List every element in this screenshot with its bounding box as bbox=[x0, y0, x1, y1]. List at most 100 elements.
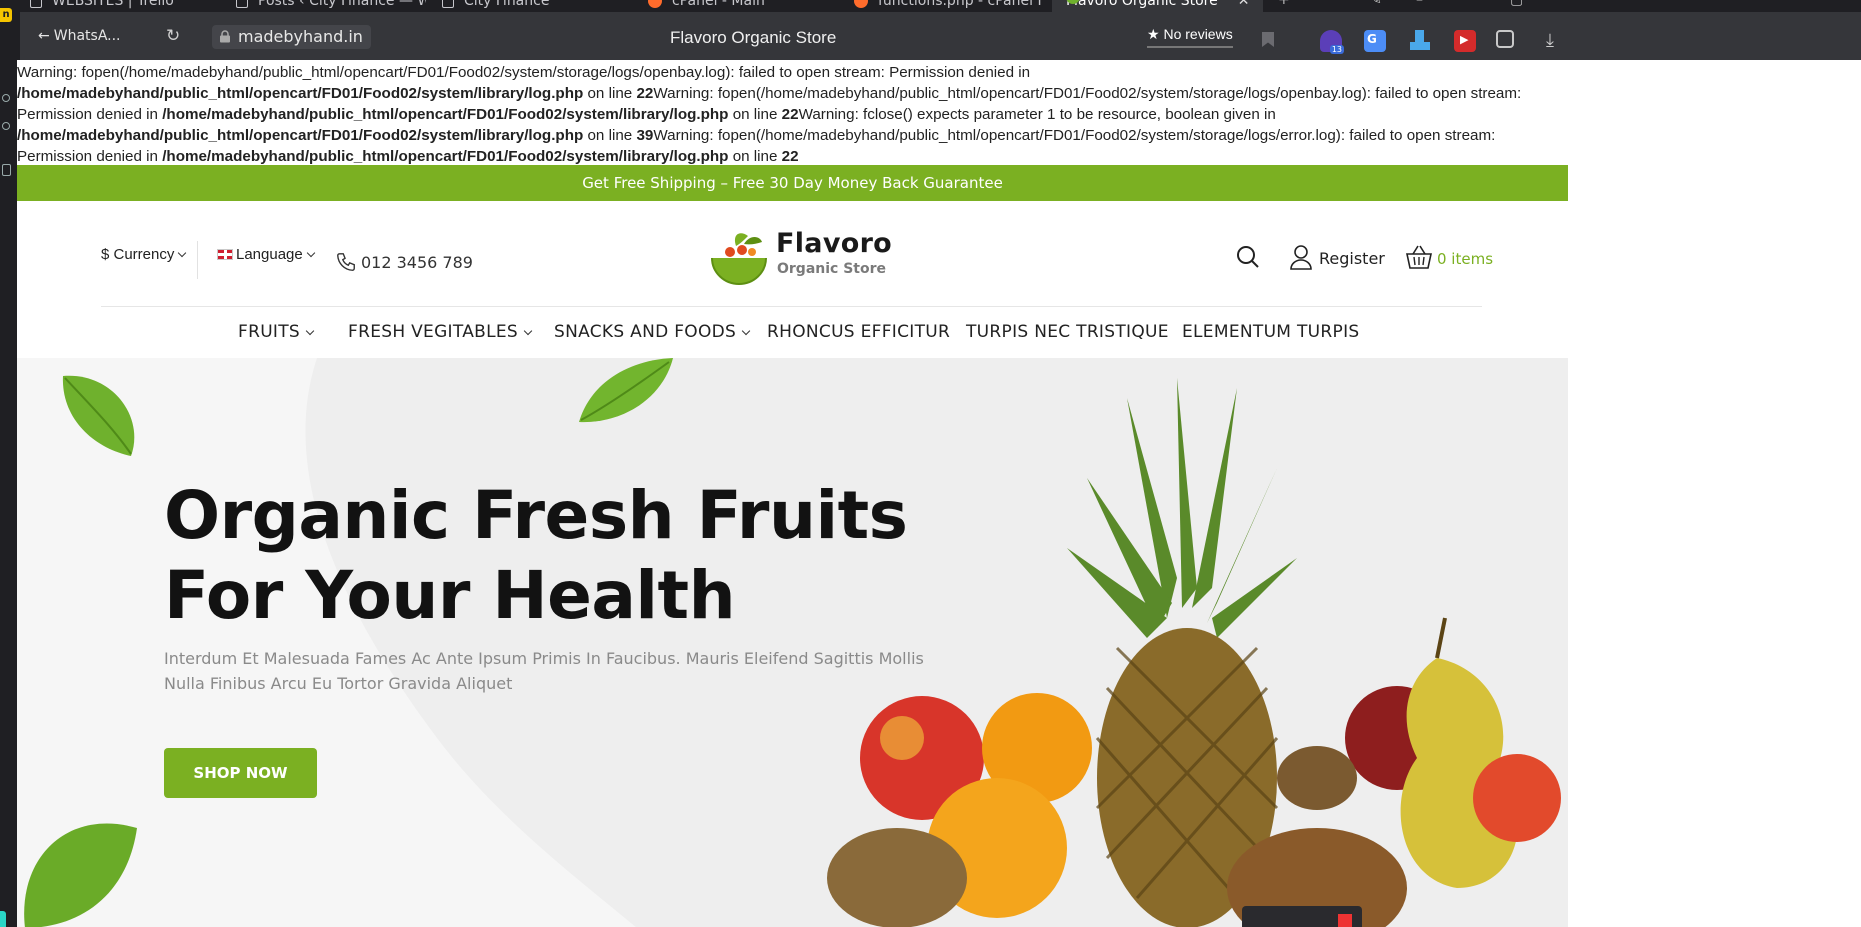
search-button[interactable] bbox=[1235, 244, 1261, 274]
cart-button[interactable]: 0 items bbox=[1405, 244, 1493, 270]
warning-path: /home/madebyhand/public_html/opencart/FD… bbox=[162, 106, 729, 123]
logo-name: Flavoro bbox=[776, 228, 893, 259]
nav-label: TURPIS NEC TRISTIQUE bbox=[966, 322, 1169, 342]
warning-line: /home/madebyhand/public_html/opencart/FD… bbox=[17, 125, 1568, 146]
warning-line: Permission denied in /home/madebyhand/pu… bbox=[17, 104, 1568, 125]
warning-text: on line bbox=[583, 127, 637, 144]
cpanel-icon bbox=[854, 0, 868, 8]
warning-line-number: 22 bbox=[781, 148, 799, 165]
sidebar-badge: n bbox=[0, 8, 12, 22]
warning-text: Permission denied in bbox=[17, 106, 163, 123]
pin-icon[interactable]: ✎ bbox=[1370, 0, 1382, 8]
trello-icon bbox=[30, 0, 42, 8]
warning-path: /home/madebyhand/public_html/opencart/FD… bbox=[17, 127, 584, 144]
nav-item-snacks-and-foods[interactable]: SNACKS AND FOODS bbox=[554, 322, 751, 342]
back-arrow-icon: ← bbox=[38, 28, 50, 44]
back-button[interactable]: ← WhatsA... bbox=[38, 28, 121, 44]
reload-icon[interactable]: ↻ bbox=[166, 26, 180, 46]
nav-label: FRESH VEGITABLES bbox=[348, 322, 519, 342]
phone-number: 012 3456 789 bbox=[361, 253, 473, 272]
back-label: WhatsA... bbox=[53, 28, 121, 44]
tab-cpanel[interactable]: cPanel - Main bbox=[648, 0, 765, 12]
register-label: Register bbox=[1319, 249, 1385, 268]
nav-item-elementum-turpis[interactable]: ELEMENTUM TURPIS bbox=[1182, 322, 1359, 342]
warning-text: : fopen(/home/madebyhand/public_html/ope… bbox=[73, 64, 1031, 81]
warning-line-number: 39 bbox=[636, 127, 654, 144]
chevron-down-icon bbox=[178, 248, 187, 258]
phone-icon bbox=[337, 253, 355, 271]
warning-line: Warning: fopen(/home/madebyhand/public_h… bbox=[17, 62, 1568, 83]
nav-item-rhoncus-efficitur[interactable]: RHONCUS EFFICITUR bbox=[767, 322, 950, 342]
tab-label: Posts ‹ City Finance — Wo bbox=[258, 0, 426, 9]
tab-functions[interactable]: functions.php - cPanel File bbox=[854, 0, 1044, 12]
chevron-down-icon bbox=[741, 326, 751, 336]
language-dropdown[interactable]: Language bbox=[217, 246, 315, 263]
tab-label: Flavoro Organic Store bbox=[1066, 0, 1218, 9]
page-gutter bbox=[1568, 60, 1861, 927]
register-link[interactable]: Register bbox=[1289, 244, 1385, 270]
tab-posts[interactable]: Posts ‹ City Finance — Wo bbox=[236, 0, 426, 12]
close-tab-icon[interactable]: ✕ bbox=[1238, 0, 1250, 9]
warning-text: on line bbox=[728, 148, 782, 165]
warning-label: Warning bbox=[17, 64, 73, 81]
chevron-down-icon bbox=[523, 326, 533, 336]
nav-item-fresh-vegitables[interactable]: FRESH VEGITABLES bbox=[348, 322, 533, 342]
page-title: Flavoro Organic Store bbox=[670, 28, 837, 47]
bookmark-icon[interactable] bbox=[1262, 32, 1274, 47]
hero-title: Organic Fresh Fruits For Your Health bbox=[164, 476, 908, 636]
floating-toolbar[interactable] bbox=[1242, 906, 1362, 927]
warning-path: /home/madebyhand/public_html/opencart/FD… bbox=[17, 85, 584, 102]
maximize-icon[interactable]: ▢ bbox=[1510, 0, 1523, 8]
sidebar-dot-icon[interactable] bbox=[2, 122, 10, 130]
warning-label: Warning bbox=[798, 106, 855, 123]
tab-label: cPanel - Main bbox=[672, 0, 765, 9]
main-nav: FRUITS FRESH VEGITABLES SNACKS AND FOODS… bbox=[17, 322, 1568, 352]
cpanel-icon bbox=[648, 0, 662, 8]
hero-title-line: Organic Fresh Fruits bbox=[164, 477, 908, 554]
extension-home-icon[interactable]: 13 bbox=[1320, 30, 1344, 54]
url-field[interactable]: madebyhand.in bbox=[212, 25, 371, 49]
warning-label: Warning bbox=[653, 85, 710, 102]
nav-label: RHONCUS EFFICITUR bbox=[767, 322, 951, 342]
user-icon bbox=[1290, 245, 1312, 270]
tab-trello[interactable]: WEBSITES | Trello bbox=[30, 0, 174, 12]
phone-contact[interactable]: 012 3456 789 bbox=[335, 251, 473, 273]
video-icon[interactable] bbox=[1454, 30, 1476, 52]
reviews-button[interactable]: ★ No reviews bbox=[1147, 26, 1233, 48]
basil-leaf-image bbox=[62, 375, 135, 456]
fruit-basket-image bbox=[827, 378, 1561, 927]
warning-line-number: 22 bbox=[636, 85, 654, 102]
tab-city-finance[interactable]: City Finance bbox=[442, 0, 549, 12]
sidebar-panel-icon[interactable] bbox=[2, 164, 11, 176]
hero-title-line: For Your Health bbox=[164, 557, 736, 634]
currency-label: $ Currency bbox=[101, 246, 175, 263]
record-icon[interactable] bbox=[1338, 914, 1352, 927]
warning-text: : fopen(/home/madebyhand/public_html/ope… bbox=[709, 85, 1522, 102]
nav-divider bbox=[101, 306, 1482, 307]
warning-line-number: 22 bbox=[781, 106, 799, 123]
extensions-icon[interactable] bbox=[1496, 30, 1514, 48]
currency-dropdown[interactable]: $ Currency bbox=[101, 246, 187, 263]
header-divider bbox=[197, 241, 198, 279]
nav-item-turpis-nec-tristique[interactable]: TURPIS NEC TRISTIQUE bbox=[966, 322, 1169, 342]
tab-label: City Finance bbox=[464, 0, 550, 9]
warning-label: Warning bbox=[653, 127, 710, 144]
sidebar-dot-icon[interactable] bbox=[2, 94, 10, 102]
lock-icon bbox=[220, 30, 230, 43]
site-logo[interactable]: Flavoro Organic Store bbox=[710, 222, 893, 286]
minimize-icon[interactable]: – bbox=[1416, 0, 1423, 8]
tab-label: functions.php - cPanel File bbox=[878, 0, 1044, 9]
cart-label: 0 items bbox=[1437, 250, 1494, 268]
nav-label: FRUITS bbox=[238, 322, 301, 342]
download-tray-icon[interactable] bbox=[1408, 30, 1430, 52]
shop-now-button[interactable]: SHOP NOW bbox=[164, 748, 317, 798]
tab-label: WEBSITES | Trello bbox=[52, 0, 174, 9]
nav-label: ELEMENTUM TURPIS bbox=[1182, 322, 1360, 342]
warning-text: on line bbox=[728, 106, 782, 123]
basil-leaf-image bbox=[24, 823, 137, 927]
download-icon[interactable]: ⤓ bbox=[1546, 30, 1554, 51]
new-tab-icon[interactable]: + bbox=[1278, 0, 1290, 8]
nav-item-fruits[interactable]: FRUITS bbox=[238, 322, 315, 342]
tab-flavoro[interactable]: Flavoro Organic Store ✕ bbox=[1052, 0, 1264, 12]
translate-icon[interactable] bbox=[1364, 30, 1386, 52]
